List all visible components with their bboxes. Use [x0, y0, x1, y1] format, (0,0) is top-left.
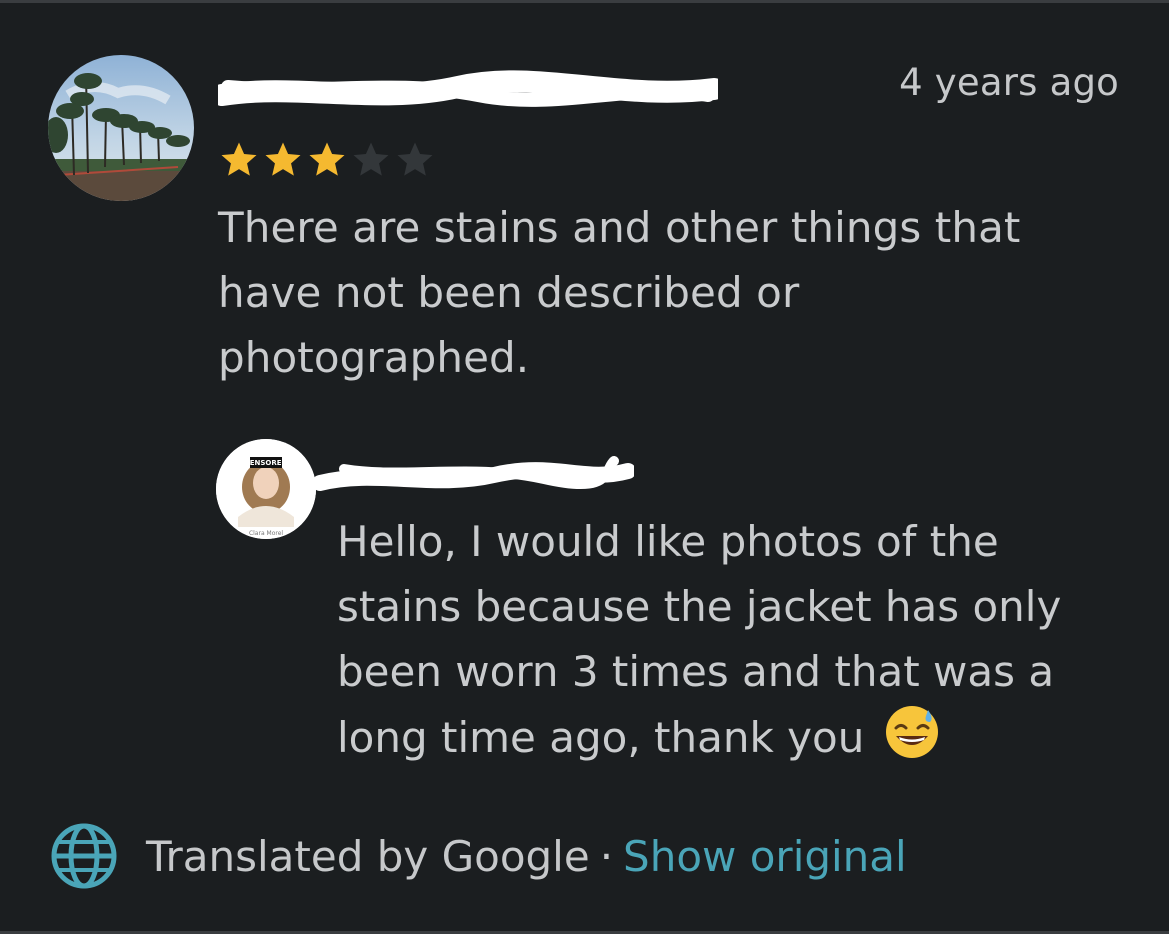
review-timestamp: 4 years ago [899, 61, 1119, 104]
translated-by-label: Translated by Google [146, 831, 590, 881]
reviewer-username-redacted[interactable] [211, 65, 725, 109]
review-text: There are stains and other things that h… [218, 203, 1021, 382]
star-icon [353, 142, 389, 176]
seller-avatar[interactable]: CENSORED Clara Morel [216, 439, 316, 539]
avatar-caption: Clara Morel [249, 530, 283, 537]
censored-badge: CENSORED [245, 459, 288, 467]
show-original-link[interactable]: Show original [623, 832, 907, 881]
star-rating [218, 139, 436, 181]
globe-icon [51, 823, 117, 889]
footer-separator: · [599, 831, 614, 881]
grinning-sweat-emoji [885, 706, 938, 758]
review-card: 4 years ago There are stains and other t… [0, 0, 1169, 934]
translation-footer: Translated by Google · Show original [50, 821, 907, 891]
reviewer-avatar[interactable] [48, 55, 194, 201]
reply-text: Hello, I would like photos of the stains… [337, 509, 1127, 770]
reply-text-content: Hello, I would like photos of the stains… [337, 517, 1062, 762]
star-icon [309, 142, 345, 176]
star-icon [397, 142, 433, 176]
star-icon [265, 142, 301, 176]
star-icon [221, 142, 257, 176]
seller-username-redacted[interactable] [312, 439, 636, 499]
